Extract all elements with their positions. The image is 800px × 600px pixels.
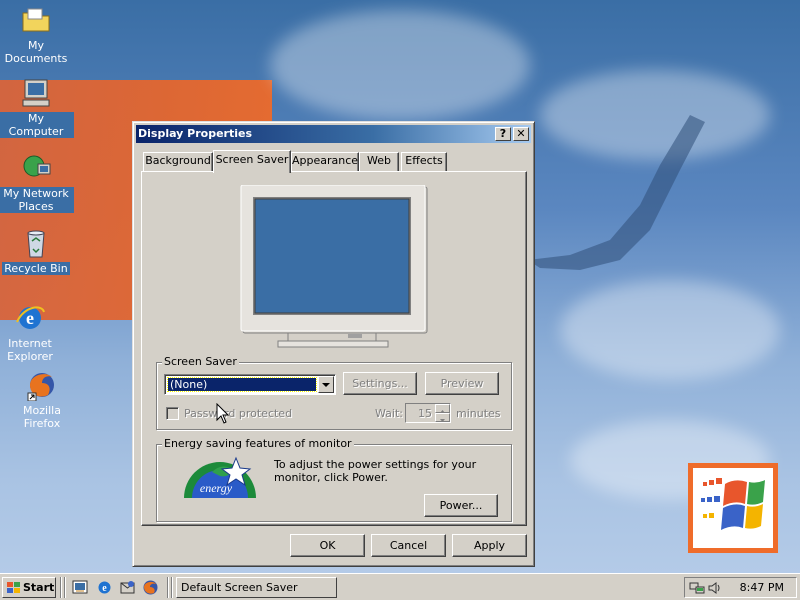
spinner-down-icon bbox=[440, 419, 445, 422]
desktop-icon-label: Mozilla Firefox bbox=[23, 404, 61, 430]
desktop-icon-label: My Computer bbox=[0, 112, 74, 138]
tab-label: Appearance bbox=[292, 154, 359, 167]
wait-spinner[interactable]: 15 bbox=[405, 403, 451, 423]
tab-screen-saver[interactable]: Screen Saver bbox=[213, 150, 291, 173]
spinner-up-button[interactable] bbox=[435, 404, 450, 413]
dropdown-arrow-button[interactable] bbox=[318, 376, 334, 393]
taskbar-separator bbox=[60, 577, 62, 598]
screen-saver-group-label: Screen Saver bbox=[162, 355, 239, 368]
outlook-express-icon[interactable] bbox=[119, 579, 136, 596]
desktop-icon-label: My Network Places bbox=[0, 187, 74, 213]
desktop-icon-my-network-places[interactable]: My Network Places bbox=[0, 152, 74, 213]
firefox-icon[interactable] bbox=[142, 579, 159, 596]
taskbar-separator bbox=[64, 577, 66, 598]
windows-flag-logo bbox=[701, 478, 765, 530]
tab-effects[interactable]: Effects bbox=[401, 152, 447, 171]
settings-button-label: Settings... bbox=[352, 377, 408, 390]
windows-flag-icon bbox=[7, 582, 20, 593]
wallpaper-cloud bbox=[270, 10, 530, 120]
taskbar: Start e Default Screen Saver 8:47 PM bbox=[0, 573, 800, 600]
ok-button-label: OK bbox=[319, 539, 336, 552]
desktop-icon-my-documents[interactable]: My Documents bbox=[0, 4, 74, 65]
spinner-down-button[interactable] bbox=[435, 413, 450, 422]
screen-saver-tab-panel: Screen Saver (None) Settings... Preview … bbox=[141, 171, 527, 526]
desktop-icon-mozilla-firefox[interactable]: Mozilla Firefox bbox=[4, 369, 80, 430]
taskbar-separator bbox=[171, 577, 173, 598]
computer-icon bbox=[22, 79, 50, 107]
clock[interactable]: 8:47 PM bbox=[740, 578, 784, 597]
firefox-icon bbox=[27, 373, 54, 401]
desktop-icon-label: Internet Explorer bbox=[7, 337, 53, 363]
wallpaper-cloud bbox=[560, 280, 780, 380]
internet-explorer-icon: e bbox=[16, 306, 45, 329]
show-desktop-icon[interactable] bbox=[72, 579, 89, 596]
window-titlebar[interactable]: Display Properties ? ✕ bbox=[136, 125, 531, 143]
svg-text:e: e bbox=[102, 583, 107, 594]
folder-icon bbox=[22, 8, 50, 32]
recycle-bin-icon bbox=[27, 230, 45, 258]
windows-logo-tile bbox=[688, 463, 778, 553]
settings-button[interactable]: Settings... bbox=[343, 372, 417, 395]
window-title: Display Properties bbox=[138, 127, 253, 140]
tab-label: Web bbox=[367, 154, 391, 167]
help-button[interactable]: ? bbox=[495, 127, 511, 141]
network-icon bbox=[23, 155, 51, 177]
power-button[interactable]: Power... bbox=[424, 494, 498, 517]
network-tray-icon[interactable] bbox=[689, 580, 705, 596]
desktop-icon-label: Recycle Bin bbox=[2, 262, 70, 275]
chevron-down-icon bbox=[322, 383, 330, 387]
energy-description: To adjust the power settings for your mo… bbox=[274, 458, 477, 484]
desktop-icon-my-computer[interactable]: My Computer bbox=[0, 77, 74, 138]
close-button[interactable]: ✕ bbox=[513, 127, 529, 141]
ok-button[interactable]: OK bbox=[290, 534, 365, 557]
monitor-preview bbox=[240, 185, 428, 348]
energy-logo-text: energy bbox=[200, 481, 233, 495]
volume-icon[interactable] bbox=[707, 580, 723, 596]
wait-value: 15 bbox=[418, 407, 432, 420]
taskbar-task-default-screen-saver[interactable]: Default Screen Saver bbox=[176, 577, 337, 598]
screen-saver-selected-text: (None) bbox=[170, 378, 208, 391]
mouse-cursor-icon bbox=[216, 403, 230, 424]
tab-label: Background bbox=[145, 154, 211, 167]
power-button-label: Power... bbox=[439, 499, 483, 512]
energy-saving-group-label: Energy saving features of monitor bbox=[162, 437, 354, 450]
minutes-label: minutes bbox=[456, 407, 501, 420]
tab-background[interactable]: Background bbox=[143, 152, 213, 171]
password-protected-checkbox[interactable] bbox=[166, 407, 179, 420]
system-tray: 8:47 PM bbox=[684, 577, 797, 598]
cancel-button[interactable]: Cancel bbox=[371, 534, 446, 557]
password-protected-label: Password protected bbox=[184, 407, 293, 420]
tab-label: Effects bbox=[405, 154, 443, 167]
task-label: Default Screen Saver bbox=[181, 581, 298, 594]
tab-label: Screen Saver bbox=[215, 153, 289, 166]
apply-button[interactable]: Apply bbox=[452, 534, 527, 557]
preview-button[interactable]: Preview bbox=[425, 372, 499, 395]
display-properties-window: Display Properties ? ✕ Background Screen… bbox=[132, 121, 535, 567]
wait-label: Wait: bbox=[375, 407, 403, 420]
wallpaper-diver-silhouette bbox=[528, 115, 705, 270]
desktop-icon-label: My Documents bbox=[4, 39, 68, 65]
screen-saver-select[interactable]: (None) bbox=[164, 374, 336, 395]
apply-button-label: Apply bbox=[473, 539, 506, 552]
cancel-button-label: Cancel bbox=[389, 539, 428, 552]
desktop-icon-recycle-bin[interactable]: Recycle Bin bbox=[0, 227, 74, 275]
energy-star-logo: energy bbox=[184, 456, 256, 498]
close-icon: ✕ bbox=[516, 127, 526, 140]
help-icon: ? bbox=[499, 127, 507, 140]
taskbar-separator bbox=[167, 577, 169, 598]
start-label: Start bbox=[23, 581, 55, 594]
preview-button-label: Preview bbox=[440, 377, 484, 390]
internet-explorer-icon[interactable]: e bbox=[96, 579, 113, 596]
tab-web[interactable]: Web bbox=[359, 152, 399, 171]
desktop-icon-internet-explorer[interactable]: e Internet Explorer bbox=[0, 302, 68, 363]
start-button[interactable]: Start bbox=[2, 577, 56, 598]
screen-saver-select-value: (None) bbox=[167, 377, 317, 392]
tab-appearance[interactable]: Appearance bbox=[291, 152, 359, 171]
